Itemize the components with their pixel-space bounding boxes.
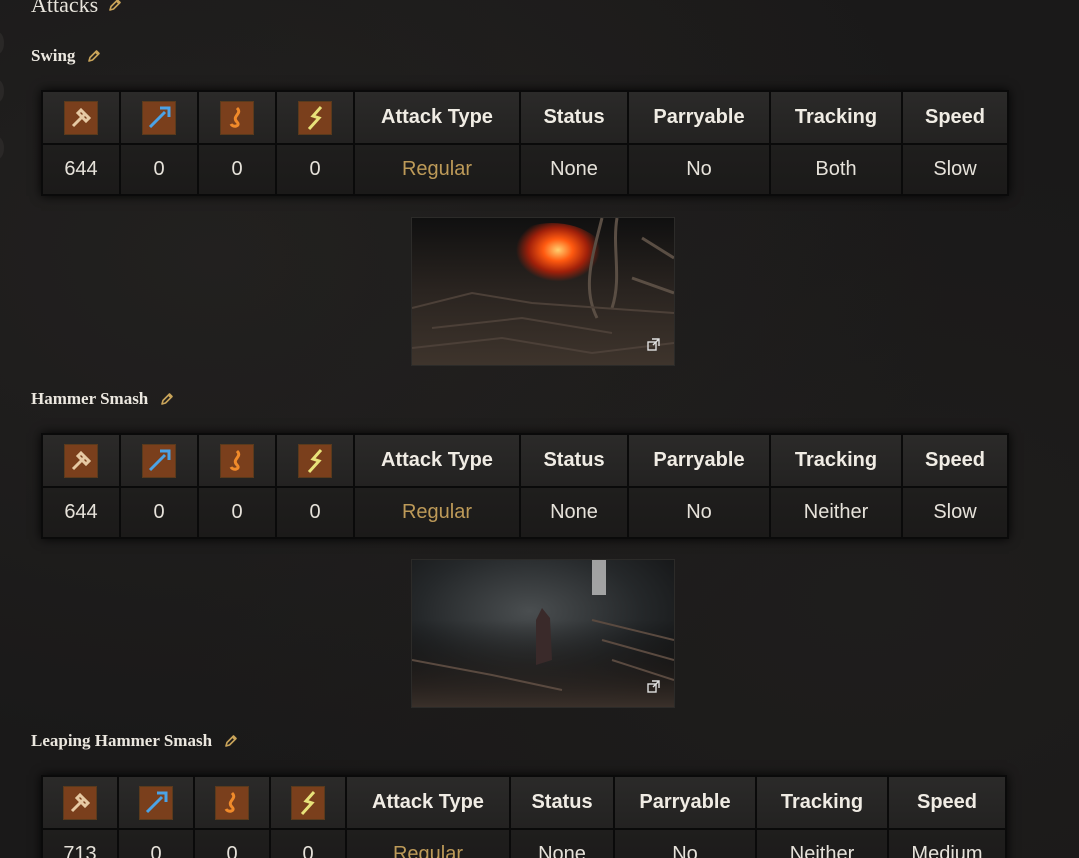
attack-name: Leaping Hammer Smash bbox=[31, 731, 213, 750]
attack-type-link[interactable]: Regular bbox=[345, 828, 511, 858]
physical-damage-icon bbox=[64, 443, 98, 478]
tracking-value: Neither bbox=[769, 486, 903, 539]
tracking-value: Neither bbox=[755, 828, 889, 858]
status-value: None bbox=[509, 828, 615, 858]
lightning-damage-icon bbox=[291, 785, 325, 820]
fire-damage-icon bbox=[220, 100, 254, 135]
attack-table: Attack Type Status Parryable Tracking Sp… bbox=[41, 90, 1009, 196]
fire-damage-header bbox=[197, 433, 277, 488]
edge-decoration bbox=[0, 32, 4, 54]
lightning-value: 0 bbox=[275, 143, 355, 196]
pencil-icon[interactable] bbox=[160, 392, 174, 406]
parryable-header: Parryable bbox=[627, 433, 771, 488]
attack-type-header: Attack Type bbox=[345, 775, 511, 830]
table-row: 713 0 0 0 Regular None No Neither Medium bbox=[41, 828, 1007, 858]
expand-icon[interactable] bbox=[647, 338, 660, 351]
table-header-row: Attack Type Status Parryable Tracking Sp… bbox=[41, 90, 1009, 145]
tracking-header: Tracking bbox=[769, 90, 903, 145]
pencil-icon[interactable] bbox=[108, 0, 122, 12]
speed-header: Speed bbox=[887, 775, 1007, 830]
physical-value: 644 bbox=[41, 143, 121, 196]
expand-icon[interactable] bbox=[647, 680, 660, 693]
speed-value: Medium bbox=[887, 828, 1007, 858]
physical-value: 644 bbox=[41, 486, 121, 539]
lightning-damage-icon bbox=[298, 100, 332, 135]
edge-decoration bbox=[0, 137, 4, 159]
magic-damage-icon bbox=[142, 443, 176, 478]
pencil-icon[interactable] bbox=[224, 734, 238, 748]
attack-name: Swing bbox=[31, 46, 76, 65]
magic-damage-header bbox=[119, 90, 199, 145]
section-title: Attacks bbox=[31, 0, 99, 17]
attack-heading: Hammer Smash bbox=[31, 389, 174, 409]
status-header: Status bbox=[509, 775, 615, 830]
table-header-row: Attack Type Status Parryable Tracking Sp… bbox=[41, 775, 1007, 830]
attack-table: Attack Type Status Parryable Tracking Sp… bbox=[41, 775, 1007, 858]
physical-damage-icon bbox=[64, 100, 98, 135]
speed-header: Speed bbox=[901, 433, 1009, 488]
lightning-value: 0 bbox=[275, 486, 355, 539]
lightning-damage-header bbox=[275, 433, 355, 488]
lightning-damage-header bbox=[269, 775, 347, 830]
tracking-header: Tracking bbox=[755, 775, 889, 830]
tracking-header: Tracking bbox=[769, 433, 903, 488]
parryable-header: Parryable bbox=[613, 775, 757, 830]
magic-value: 0 bbox=[117, 828, 195, 858]
speed-value: Slow bbox=[901, 486, 1009, 539]
attack-type-link[interactable]: Regular bbox=[353, 486, 521, 539]
lightning-value: 0 bbox=[269, 828, 347, 858]
attack-type-header: Attack Type bbox=[353, 433, 521, 488]
edge-decoration bbox=[0, 80, 4, 102]
fire-value: 0 bbox=[197, 143, 277, 196]
attack-preview-image[interactable] bbox=[411, 559, 675, 708]
pencil-icon[interactable] bbox=[87, 49, 101, 63]
lightning-damage-header bbox=[275, 90, 355, 145]
magic-value: 0 bbox=[119, 143, 199, 196]
status-value: None bbox=[519, 143, 629, 196]
attack-type-link[interactable]: Regular bbox=[353, 143, 521, 196]
magic-value: 0 bbox=[119, 486, 199, 539]
table-row: 644 0 0 0 Regular None No Neither Slow bbox=[41, 486, 1009, 539]
status-header: Status bbox=[519, 433, 629, 488]
tracking-value: Both bbox=[769, 143, 903, 196]
parryable-value: No bbox=[613, 828, 757, 858]
attack-heading: Leaping Hammer Smash bbox=[31, 731, 238, 751]
table-row: 644 0 0 0 Regular None No Both Slow bbox=[41, 143, 1009, 196]
fire-damage-icon bbox=[215, 785, 249, 820]
magic-damage-icon bbox=[142, 100, 176, 135]
attack-preview-image[interactable] bbox=[411, 217, 675, 366]
speed-value: Slow bbox=[901, 143, 1009, 196]
magic-damage-header bbox=[119, 433, 199, 488]
lightning-damage-icon bbox=[298, 443, 332, 478]
attack-name: Hammer Smash bbox=[31, 389, 149, 408]
attack-type-header: Attack Type bbox=[353, 90, 521, 145]
physical-damage-header bbox=[41, 775, 119, 830]
magic-damage-header bbox=[117, 775, 195, 830]
physical-damage-header bbox=[41, 90, 121, 145]
physical-damage-icon bbox=[63, 785, 97, 820]
fire-damage-icon bbox=[220, 443, 254, 478]
table-header-row: Attack Type Status Parryable Tracking Sp… bbox=[41, 433, 1009, 488]
status-value: None bbox=[519, 486, 629, 539]
parryable-header: Parryable bbox=[627, 90, 771, 145]
parryable-value: No bbox=[627, 486, 771, 539]
speed-header: Speed bbox=[901, 90, 1009, 145]
physical-damage-header bbox=[41, 433, 121, 488]
fire-value: 0 bbox=[197, 486, 277, 539]
attack-heading: Swing bbox=[31, 46, 101, 66]
parryable-value: No bbox=[627, 143, 771, 196]
fire-damage-header bbox=[197, 90, 277, 145]
status-header: Status bbox=[519, 90, 629, 145]
attack-table: Attack Type Status Parryable Tracking Sp… bbox=[41, 433, 1009, 539]
fire-damage-header bbox=[193, 775, 271, 830]
fire-value: 0 bbox=[193, 828, 271, 858]
magic-damage-icon bbox=[139, 785, 173, 820]
physical-value: 713 bbox=[41, 828, 119, 858]
section-heading: Attacks bbox=[31, 0, 122, 18]
